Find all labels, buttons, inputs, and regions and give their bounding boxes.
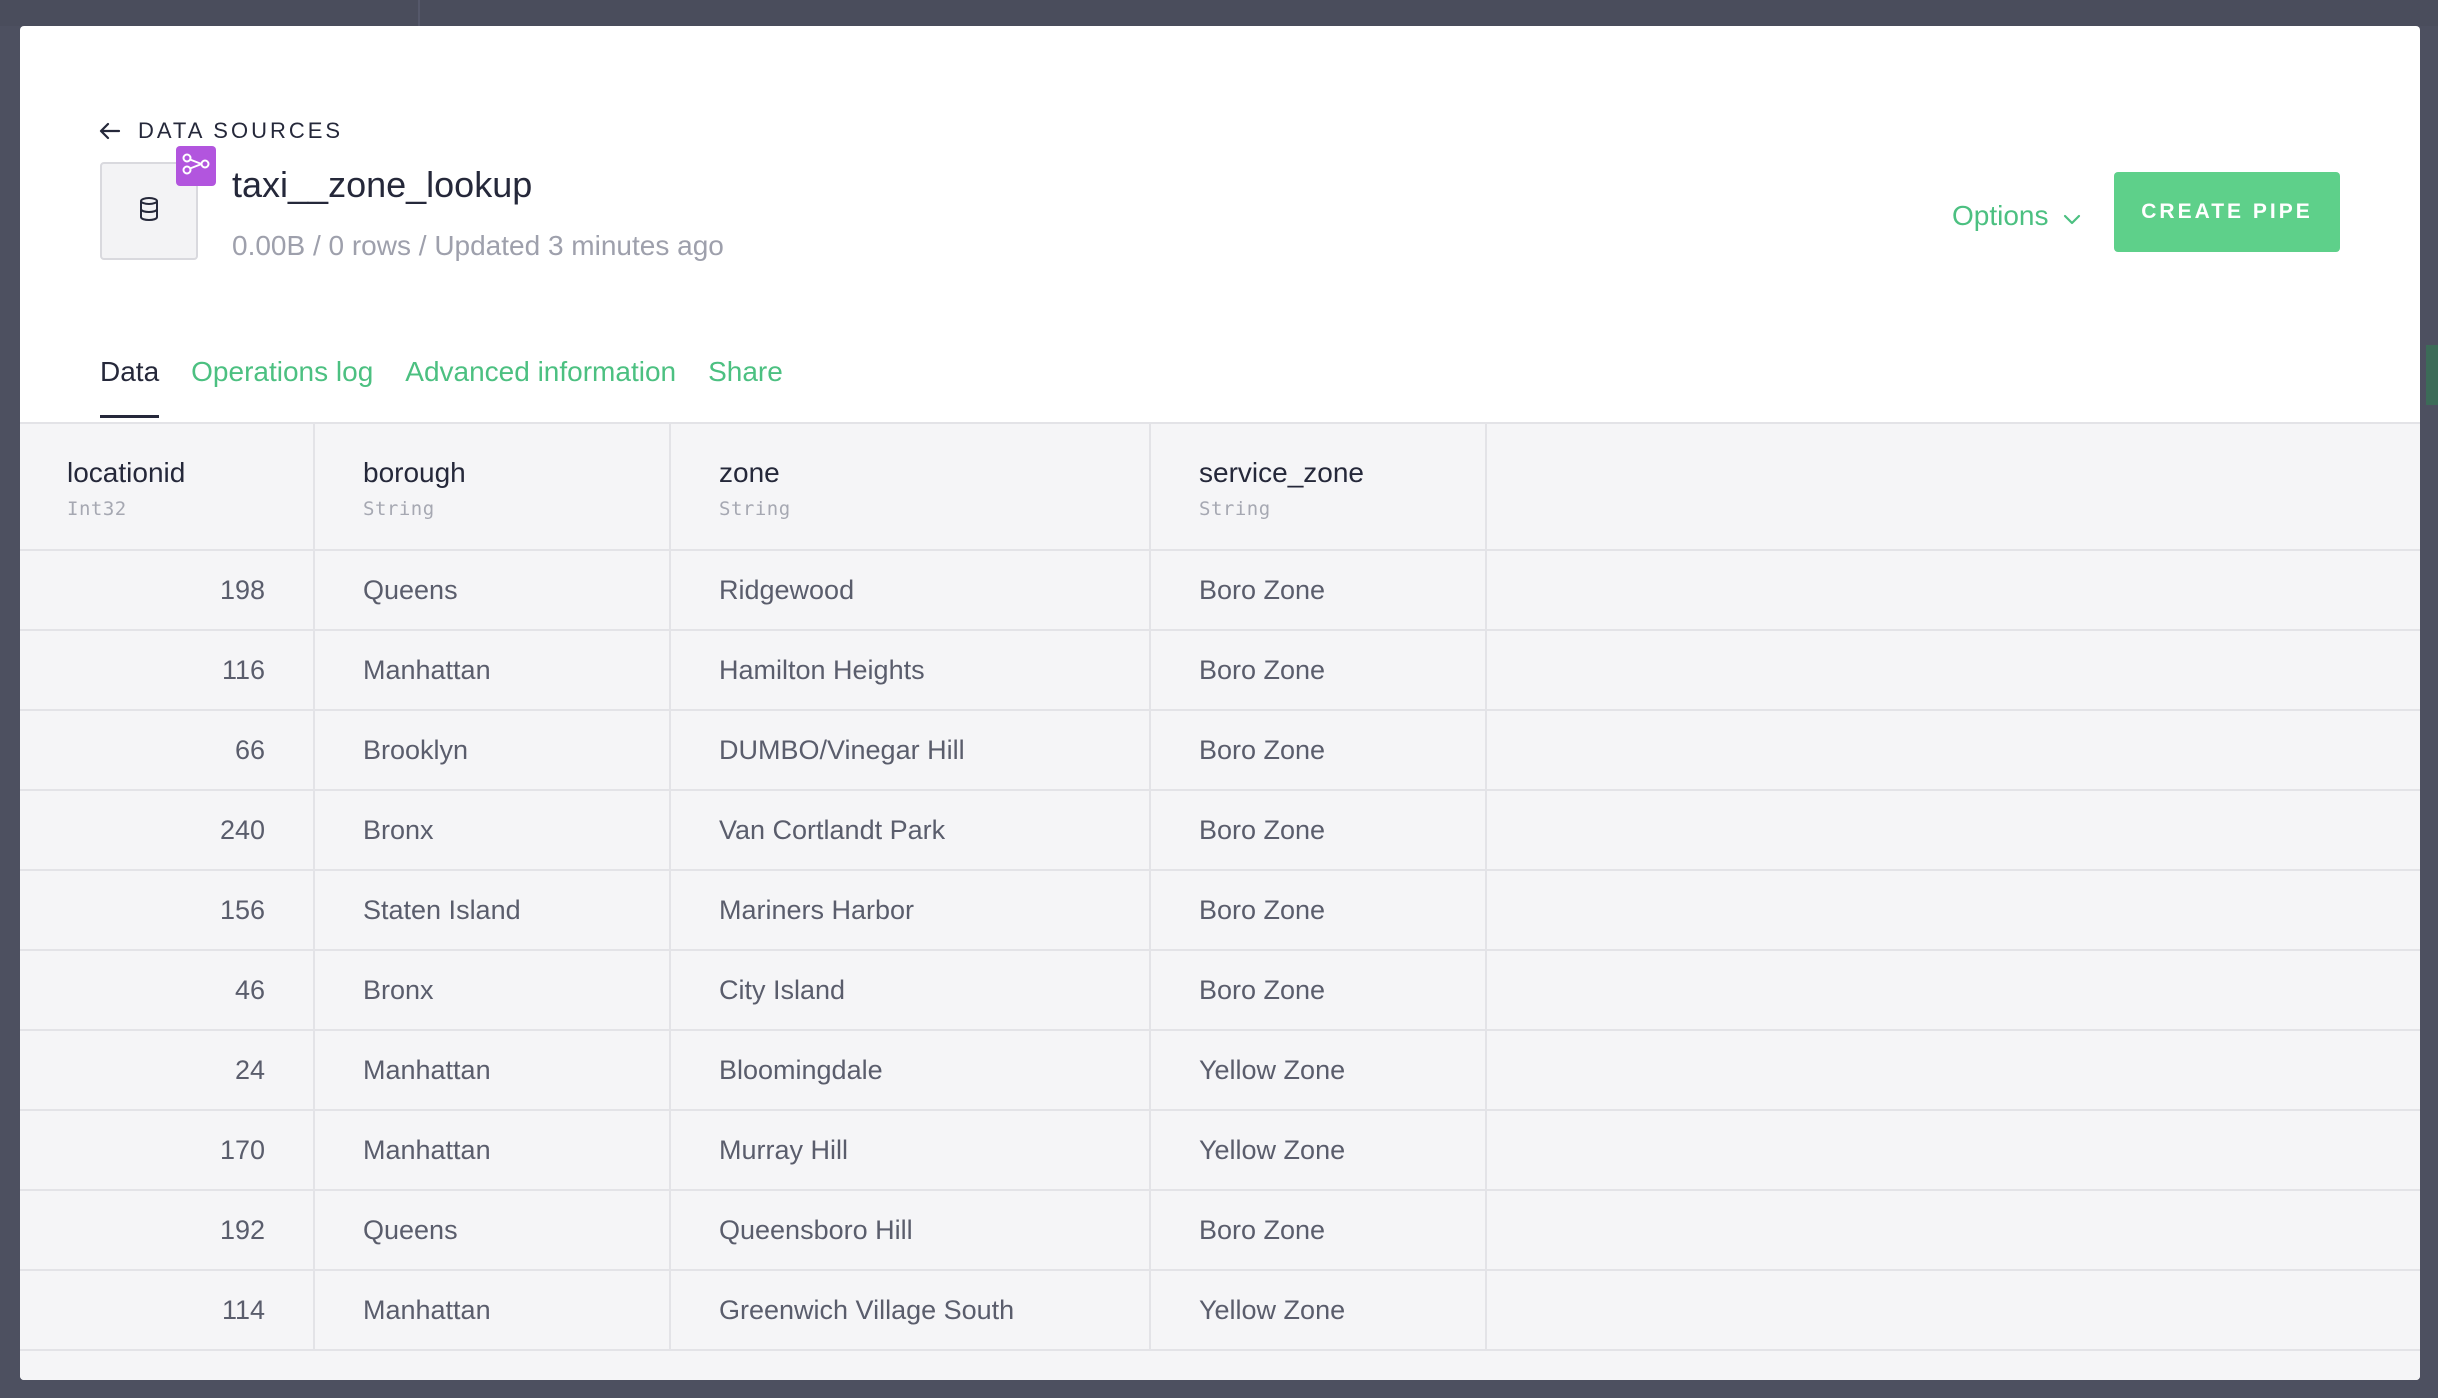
column-header-filler (1486, 424, 2420, 551)
column-name: zone (719, 456, 780, 488)
table-row: 240 Bronx Van Cortlandt Park Boro Zone (20, 790, 2420, 871)
cell-filler (1486, 1030, 2420, 1111)
cell-locationid: 46 (20, 950, 315, 1031)
chevron-down-icon (2063, 200, 2081, 232)
background-app-topbar (0, 0, 2438, 26)
cell-filler (1486, 1190, 2420, 1271)
column-name: service_zone (1199, 456, 1364, 488)
cell-zone: City Island (670, 950, 1151, 1031)
cell-service-zone: Yellow Zone (1150, 1110, 1487, 1191)
cell-locationid: 170 (20, 1110, 315, 1191)
datasource-title: taxi__zone_lookup (232, 164, 533, 205)
tab-advanced-information[interactable]: Advanced information (405, 356, 676, 418)
share-node-icon (182, 152, 210, 181)
cell-borough: Bronx (314, 790, 671, 871)
cell-filler (1486, 1270, 2420, 1351)
cell-filler (1486, 710, 2420, 791)
table-row: 170 Manhattan Murray Hill Yellow Zone (20, 1110, 2420, 1191)
cell-borough: Manhattan (314, 1110, 671, 1191)
table-row: 114 Manhattan Greenwich Village South Ye… (20, 1270, 2420, 1351)
cell-locationid: 114 (20, 1270, 315, 1351)
cell-borough: Brooklyn (314, 710, 671, 791)
cell-zone: Mariners Harbor (670, 870, 1151, 951)
cell-filler (1486, 790, 2420, 871)
table-row: 156 Staten Island Mariners Harbor Boro Z… (20, 870, 2420, 951)
create-pipe-button[interactable]: CREATE PIPE (2114, 172, 2340, 252)
tab-data[interactable]: Data (100, 356, 160, 418)
cell-service-zone: Yellow Zone (1150, 1270, 1487, 1351)
cell-service-zone: Boro Zone (1150, 710, 1487, 791)
cell-locationid: 156 (20, 870, 315, 951)
cell-service-zone: Boro Zone (1150, 550, 1487, 631)
tab-operations-log[interactable]: Operations log (191, 356, 373, 418)
column-name: borough (363, 456, 466, 488)
cell-locationid: 198 (20, 550, 315, 631)
cell-locationid: 66 (20, 710, 315, 791)
table-row: 192 Queens Queensboro Hill Boro Zone (20, 1190, 2420, 1271)
cell-zone: Bloomingdale (670, 1030, 1151, 1111)
table-row: 198 Queens Ridgewood Boro Zone (20, 550, 2420, 631)
table-row: 24 Manhattan Bloomingdale Yellow Zone (20, 1030, 2420, 1111)
column-header-locationid[interactable]: locationid Int32 (20, 424, 315, 551)
cell-borough: Manhattan (314, 1270, 671, 1351)
cell-zone: Ridgewood (670, 550, 1151, 631)
data-table: locationid Int32 borough String zone Str… (20, 424, 2420, 1351)
cell-zone: Queensboro Hill (670, 1190, 1151, 1271)
shared-datasource-badge (176, 146, 216, 186)
options-label: Options (1952, 200, 2049, 231)
data-table-container[interactable]: locationid Int32 borough String zone Str… (20, 422, 2420, 1380)
column-name: locationid (67, 456, 186, 488)
cell-borough: Manhattan (314, 1030, 671, 1111)
column-type: Int32 (67, 497, 127, 520)
cell-filler (1486, 950, 2420, 1031)
column-type: String (719, 497, 791, 520)
options-dropdown[interactable]: Options (1952, 196, 2081, 236)
table-header-row: locationid Int32 borough String zone Str… (20, 424, 2420, 551)
table-row: 116 Manhattan Hamilton Heights Boro Zone (20, 630, 2420, 711)
cell-filler (1486, 630, 2420, 711)
cell-zone: DUMBO/Vinegar Hill (670, 710, 1151, 791)
column-header-zone[interactable]: zone String (670, 424, 1151, 551)
cell-service-zone: Yellow Zone (1150, 1030, 1487, 1111)
cell-zone: Greenwich Village South (670, 1270, 1151, 1351)
datasource-modal: DATA SOURCES taxi__zone_lookup 0.00B / 0… (20, 26, 2420, 1380)
column-header-borough[interactable]: borough String (314, 424, 671, 551)
column-type: String (1199, 497, 1271, 520)
column-type: String (363, 497, 435, 520)
cell-zone: Van Cortlandt Park (670, 790, 1151, 871)
cell-zone: Hamilton Heights (670, 630, 1151, 711)
cell-locationid: 192 (20, 1190, 315, 1271)
table-row: 46 Bronx City Island Boro Zone (20, 950, 2420, 1031)
column-header-service-zone[interactable]: service_zone String (1150, 424, 1487, 551)
cell-service-zone: Boro Zone (1150, 1190, 1487, 1271)
datasource-meta: 0.00B / 0 rows / Updated 3 minutes ago (232, 230, 724, 261)
tab-share[interactable]: Share (708, 356, 783, 418)
cell-service-zone: Boro Zone (1150, 870, 1487, 951)
table-body: 198 Queens Ridgewood Boro Zone 116 Manha… (20, 550, 2420, 1351)
cell-service-zone: Boro Zone (1150, 950, 1487, 1031)
cell-filler (1486, 1110, 2420, 1191)
cell-borough: Queens (314, 550, 671, 631)
cell-filler (1486, 870, 2420, 951)
cell-service-zone: Boro Zone (1150, 790, 1487, 871)
background-app-button (2426, 345, 2438, 405)
cell-locationid: 24 (20, 1030, 315, 1111)
back-to-data-sources-link[interactable]: DATA SOURCES (98, 118, 343, 144)
cell-locationid: 240 (20, 790, 315, 871)
cell-borough: Bronx (314, 950, 671, 1031)
back-link-label: DATA SOURCES (138, 118, 344, 143)
background-divider (418, 0, 420, 26)
cell-borough: Staten Island (314, 870, 671, 951)
cell-borough: Manhattan (314, 630, 671, 711)
cell-locationid: 116 (20, 630, 315, 711)
cell-service-zone: Boro Zone (1150, 630, 1487, 711)
cell-zone: Murray Hill (670, 1110, 1151, 1191)
cell-borough: Queens (314, 1190, 671, 1271)
cell-filler (1486, 550, 2420, 631)
arrow-left-icon (98, 119, 122, 143)
database-icon (137, 196, 161, 227)
table-row: 66 Brooklyn DUMBO/Vinegar Hill Boro Zone (20, 710, 2420, 791)
tab-bar: Data Operations log Advanced information… (100, 356, 783, 418)
